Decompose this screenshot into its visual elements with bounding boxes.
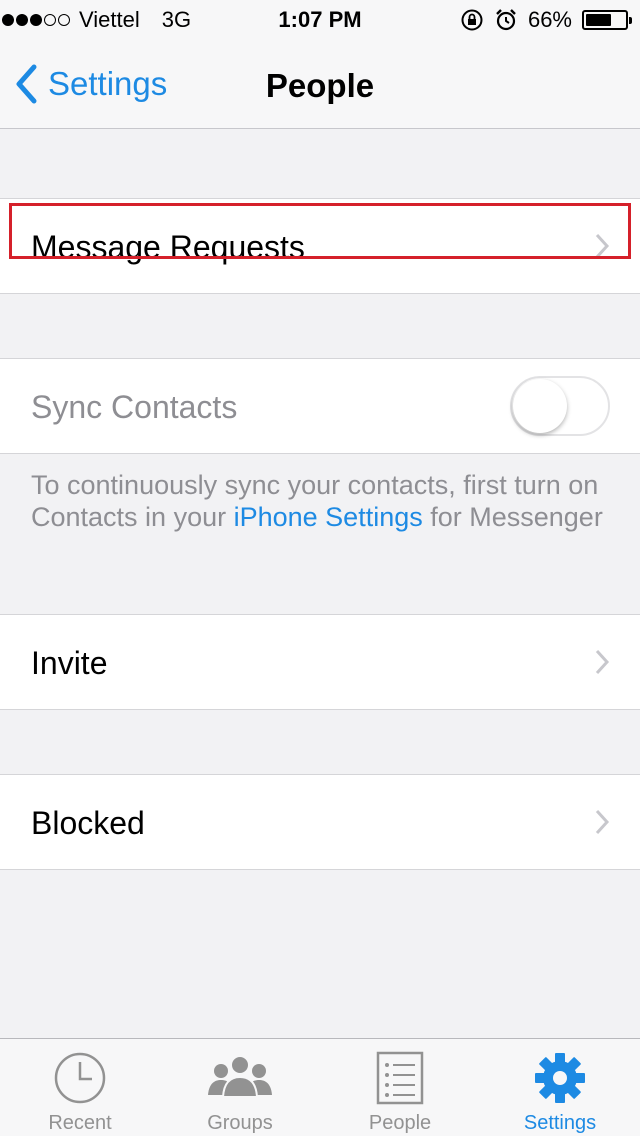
- invite-row[interactable]: Invite: [0, 614, 640, 710]
- alarm-icon: [496, 9, 516, 31]
- toggle-knob: [513, 379, 567, 433]
- chevron-right-icon: [595, 649, 610, 675]
- people-list-icon: [376, 1051, 424, 1105]
- gear-icon: [535, 1053, 585, 1103]
- tab-recent[interactable]: Recent: [0, 1039, 160, 1136]
- tab-groups[interactable]: Groups: [160, 1039, 320, 1136]
- iphone-settings-link[interactable]: iPhone Settings: [234, 502, 423, 532]
- sync-contacts-label: Sync Contacts: [31, 389, 238, 425]
- sync-contacts-toggle[interactable]: [510, 376, 610, 436]
- tab-people[interactable]: People: [320, 1039, 480, 1136]
- sync-contacts-footnote: To continuously sync your contacts, firs…: [31, 469, 611, 533]
- rotation-lock-icon: [461, 9, 483, 31]
- blocked-label: Blocked: [31, 805, 145, 841]
- footnote-text-end: for Messenger: [422, 502, 603, 532]
- battery-percentage: 66%: [527, 7, 572, 32]
- chevron-right-icon: [595, 233, 610, 259]
- chevron-right-icon: [595, 809, 610, 835]
- blocked-row[interactable]: Blocked: [0, 774, 640, 870]
- status-bar: Viettel 3G 1:07 PM 66%: [0, 0, 640, 40]
- page-title: People: [265, 67, 375, 104]
- sync-contacts-row: Sync Contacts: [0, 358, 640, 454]
- tab-recent-label: Recent: [48, 1112, 112, 1134]
- message-requests-label: Message Requests: [31, 229, 305, 265]
- invite-label: Invite: [31, 645, 108, 681]
- tab-settings-label: Settings: [523, 1112, 597, 1134]
- tab-bar: Recent Groups People Settings: [0, 1038, 640, 1136]
- tab-settings[interactable]: Settings: [480, 1039, 640, 1136]
- navigation-bar: Settings People: [0, 40, 640, 129]
- groups-icon: [208, 1055, 272, 1098]
- tab-groups-label: Groups: [207, 1112, 273, 1134]
- battery-icon: [582, 10, 632, 30]
- clock-icon: [54, 1052, 106, 1104]
- message-requests-row[interactable]: Message Requests: [0, 198, 640, 294]
- tab-people-label: People: [368, 1112, 432, 1134]
